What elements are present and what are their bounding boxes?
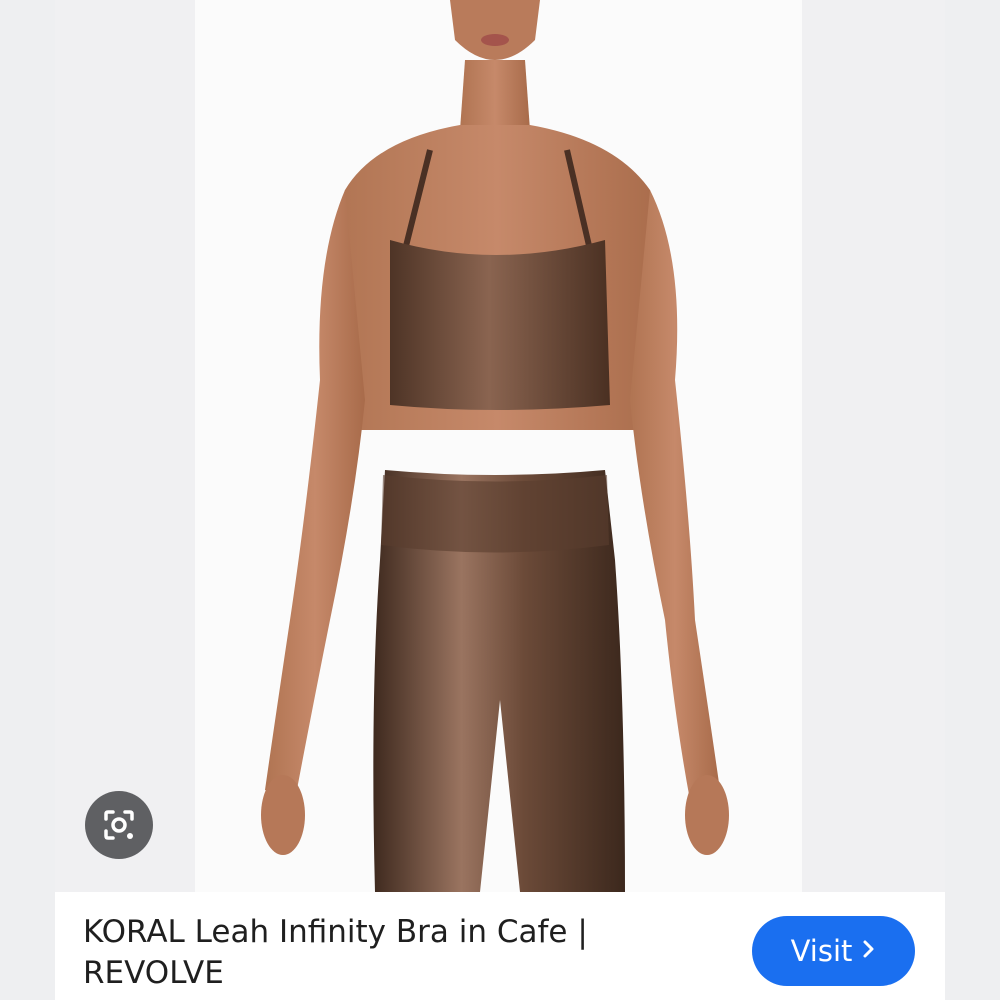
model-illustration <box>261 0 729 892</box>
product-photo[interactable] <box>55 0 945 892</box>
face-shape <box>450 0 540 60</box>
neck-shape <box>460 60 530 130</box>
bra-shape <box>390 240 610 410</box>
result-title[interactable]: KORAL Leah Infinity Bra in Cafe | REVOLV… <box>83 912 683 994</box>
right-arm-shape <box>630 190 720 800</box>
right-hand-shape <box>685 775 729 855</box>
result-caption: KORAL Leah Infinity Bra in Cafe | REVOLV… <box>55 892 945 1000</box>
product-photo-frame <box>195 0 802 892</box>
lens-search-button[interactable] <box>85 791 153 859</box>
google-lens-icon <box>104 810 134 840</box>
left-arm-shape <box>265 190 365 800</box>
visit-button[interactable]: Visit <box>752 916 915 986</box>
right-gutter <box>945 0 1000 1000</box>
result-card[interactable]: KORAL Leah Infinity Bra in Cafe | REVOLV… <box>55 0 945 1000</box>
chevron-right-icon <box>862 937 876 965</box>
visit-label: Visit <box>790 934 853 968</box>
lips-shape <box>481 34 509 46</box>
left-gutter <box>0 0 55 1000</box>
waistband-shape <box>381 475 609 553</box>
left-hand-shape <box>261 775 305 855</box>
